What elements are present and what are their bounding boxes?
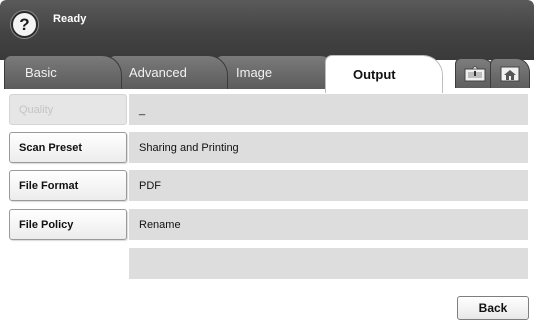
tab-label: Advanced: [129, 65, 187, 80]
tab-image[interactable]: Image: [215, 55, 340, 89]
scan-preset-value: Sharing and Printing: [129, 132, 528, 163]
file-format-button[interactable]: File Format: [9, 170, 127, 201]
tab-advanced[interactable]: Advanced: [108, 55, 228, 89]
file-format-value-text: PDF: [139, 179, 161, 192]
file-policy-button[interactable]: File Policy: [9, 209, 127, 240]
question-mark-icon[interactable]: ?: [11, 11, 38, 38]
job-status-icon[interactable]: [455, 58, 495, 88]
tab-label: Image: [236, 65, 273, 80]
tab-bar: Basic Advanced Image Output: [0, 55, 534, 93]
quality-value-text: _: [139, 103, 146, 116]
empty-value-row: [129, 248, 528, 279]
quality-button: Quality: [9, 94, 127, 125]
file-policy-value-text: Rename: [139, 218, 181, 231]
back-label: Back: [478, 301, 508, 315]
quality-label: Quality: [19, 103, 54, 116]
file-policy-value: Rename: [129, 209, 528, 240]
file-format-label: File Format: [19, 179, 79, 192]
home-icon-graphic: [500, 66, 520, 81]
file-format-value: PDF: [129, 170, 528, 201]
scan-output-screen: ? Ready Basic Advanced Image Output Qual…: [0, 0, 534, 322]
tab-label: Basic: [25, 65, 57, 80]
file-policy-label: File Policy: [19, 218, 74, 231]
tab-output[interactable]: Output: [325, 55, 443, 93]
tab-label: Output: [353, 67, 396, 82]
tab-underline: [0, 89, 534, 93]
scan-preset-button[interactable]: Scan Preset: [9, 132, 127, 163]
scan-preset-value-text: Sharing and Printing: [139, 141, 239, 154]
job-status-icon-graphic: [464, 65, 486, 81]
quality-value: _: [129, 94, 528, 125]
header-bar: ? Ready: [0, 0, 534, 60]
tab-basic[interactable]: Basic: [4, 55, 122, 89]
scan-preset-label: Scan Preset: [19, 141, 82, 154]
status-text: Ready: [53, 13, 87, 25]
back-button[interactable]: Back: [457, 296, 529, 320]
home-icon[interactable]: [490, 58, 530, 88]
